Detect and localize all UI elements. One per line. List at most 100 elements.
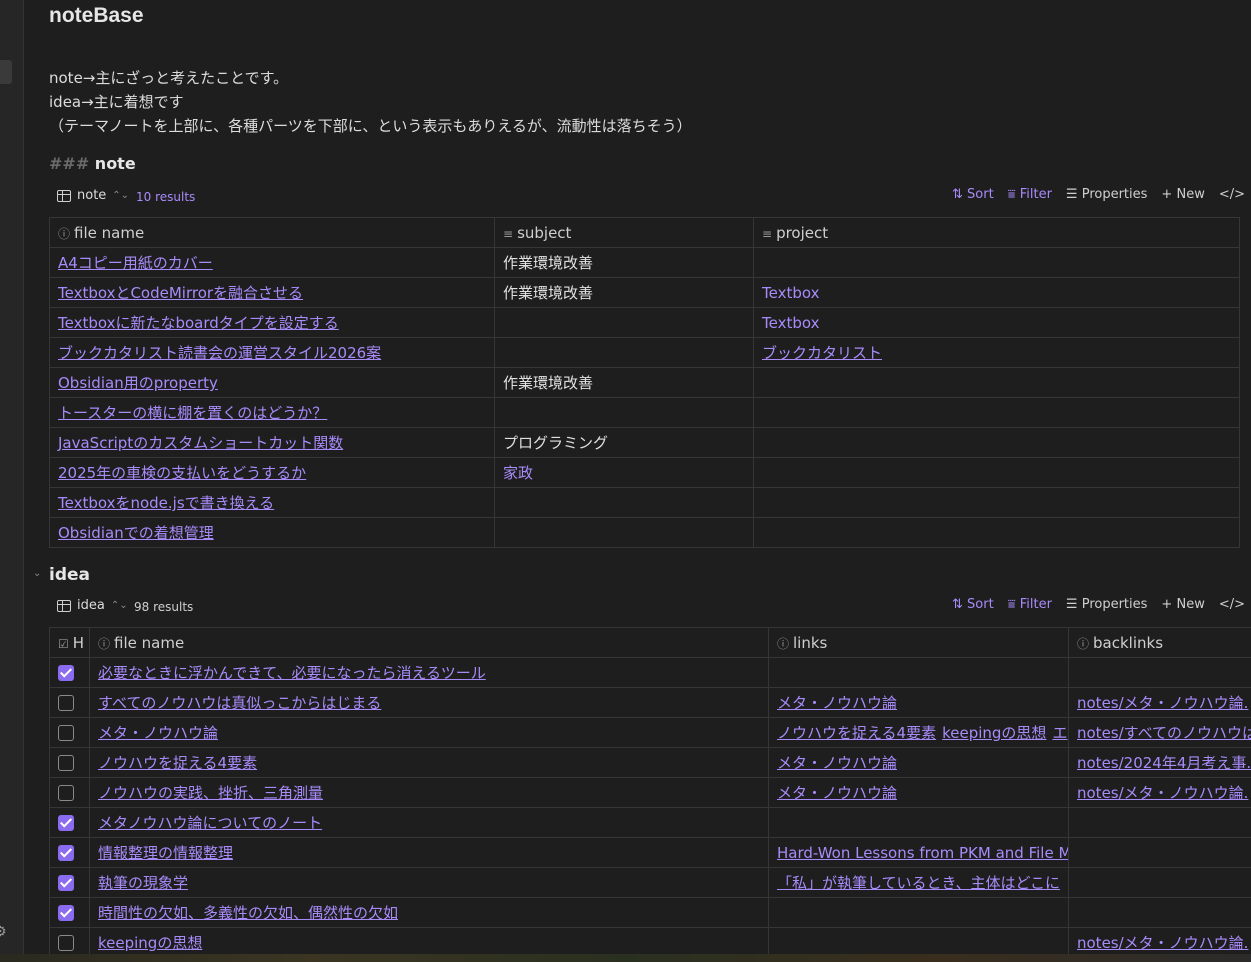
project-cell[interactable] [753, 427, 1240, 458]
file-link[interactable]: Textboxに新たなboardタイプを設定する [58, 314, 339, 332]
settings-gear-icon[interactable]: ⚙ [0, 924, 10, 940]
file-link[interactable]: TextboxとCodeMirrorを融合させる [58, 284, 303, 302]
project-link[interactable]: Textbox [762, 284, 819, 302]
filter-button[interactable]: ⩸ Filter [1008, 187, 1052, 202]
links-cell[interactable] [768, 807, 1069, 838]
subject-cell[interactable] [494, 307, 754, 338]
backlinks-cell[interactable] [1068, 867, 1251, 898]
filter-button[interactable]: ⩸ Filter [1008, 597, 1052, 612]
column-header-project[interactable]: ≡ project [753, 217, 1240, 248]
project-cell[interactable] [753, 367, 1240, 398]
project-cell[interactable] [753, 487, 1240, 518]
links-cell[interactable] [768, 657, 1069, 688]
project-link[interactable]: ブックカタリスト [762, 344, 882, 362]
file-link[interactable]: ノウハウを捉える4要素 [98, 754, 257, 772]
column-header-file-name[interactable]: ⓘ file name [49, 217, 495, 248]
h-checkbox[interactable] [58, 905, 74, 921]
backlink-item[interactable]: notes/すべてのノウハウは [1077, 724, 1251, 742]
subject-cell[interactable] [494, 517, 754, 548]
link-item[interactable]: ノウハウを捉える4要素 [777, 724, 936, 742]
link-item[interactable]: 「私」が執筆しているとき、主体はどこに [777, 874, 1060, 892]
links-cell[interactable] [768, 927, 1069, 954]
links-cell[interactable] [768, 897, 1069, 928]
link-item[interactable]: keepingの思想 [942, 724, 1046, 742]
column-header-h[interactable]: ☑ H [49, 627, 90, 658]
backlink-item[interactable]: notes/メタ・ノウハウ論. [1077, 784, 1248, 802]
idea-result-count[interactable]: 98 results [134, 600, 193, 614]
h-checkbox[interactable] [58, 935, 74, 951]
new-button[interactable]: + New [1161, 187, 1204, 202]
subject-cell[interactable]: 作業環境改善 [494, 247, 754, 278]
h-checkbox[interactable] [58, 785, 74, 801]
subject-cell[interactable]: プログラミング [494, 427, 754, 458]
backlink-item[interactable]: notes/メタ・ノウハウ論. [1077, 934, 1248, 952]
properties-button[interactable]: ☰ Properties [1066, 187, 1148, 202]
code-toggle-button[interactable]: </> [1219, 597, 1245, 612]
link-item[interactable]: エ [1052, 724, 1067, 742]
project-cell[interactable] [753, 247, 1240, 278]
project-link[interactable]: Textbox [762, 314, 819, 332]
file-link[interactable]: A4コピー用紙のカバー [58, 254, 213, 272]
subject-cell[interactable]: 家政 [494, 457, 754, 488]
subject-cell[interactable] [494, 337, 754, 368]
code-toggle-button[interactable]: </> [1219, 187, 1245, 202]
backlink-item[interactable]: notes/メタ・ノウハウ論. [1077, 694, 1248, 712]
note-result-count[interactable]: 10 results [136, 190, 195, 204]
file-link[interactable]: Obsidian用のproperty [58, 374, 218, 392]
file-link[interactable]: JavaScriptのカスタムショートカット関数 [58, 434, 343, 452]
file-link[interactable]: ブックカタリスト読書会の運営スタイル2026案 [58, 344, 381, 362]
subject-cell[interactable] [494, 397, 754, 428]
file-link[interactable]: 情報整理の情報整理 [98, 844, 233, 862]
column-header-subject[interactable]: ≡ subject [494, 217, 754, 248]
link-item[interactable]: メタ・ノウハウ論 [777, 784, 897, 802]
sort-button[interactable]: ⇅ Sort [952, 597, 994, 612]
file-link[interactable]: 必要なときに浮かんできて、必要になったら消えるツール [98, 664, 486, 682]
ribbon-tab-handle[interactable] [0, 60, 12, 84]
file-link[interactable]: 2025年の車検の支払いをどうするか [58, 464, 306, 482]
file-link[interactable]: 執筆の現象学 [98, 874, 188, 892]
link-item[interactable]: Hard-Won Lessons from PKM and File Ma [777, 844, 1068, 862]
h-checkbox[interactable] [58, 755, 74, 771]
project-cell[interactable]: ブックカタリスト [753, 337, 1240, 368]
h-checkbox[interactable] [58, 875, 74, 891]
column-header-links[interactable]: ⓘ links [768, 627, 1069, 658]
h-checkbox[interactable] [58, 725, 74, 741]
file-link[interactable]: トースターの横に棚を置くのはどうか？ [58, 404, 327, 422]
backlinks-cell[interactable] [1068, 837, 1251, 868]
subject-cell[interactable] [494, 487, 754, 518]
subject-cell[interactable]: 作業環境改善 [494, 367, 754, 398]
backlinks-cell[interactable] [1068, 657, 1251, 688]
idea-view-selector[interactable]: idea ⌃⌄ [57, 598, 128, 613]
sort-button[interactable]: ⇅ Sort [952, 187, 994, 202]
column-header-file-name[interactable]: ⓘ file name [89, 627, 769, 658]
project-cell[interactable] [753, 517, 1240, 548]
file-link[interactable]: 時間性の欠如、多義性の欠如、偶然性の欠如 [98, 904, 398, 922]
properties-button[interactable]: ☰ Properties [1066, 597, 1148, 612]
project-cell[interactable] [753, 457, 1240, 488]
project-cell[interactable]: Textbox [753, 307, 1240, 338]
backlinks-cell[interactable] [1068, 807, 1251, 838]
backlink-item[interactable]: notes/2024年4月考え事. [1077, 754, 1251, 772]
h-checkbox[interactable] [58, 815, 74, 831]
h-checkbox[interactable] [58, 845, 74, 861]
file-link[interactable]: メタ・ノウハウ論 [98, 724, 218, 742]
project-cell[interactable]: Textbox [753, 277, 1240, 308]
link-item[interactable]: メタ・ノウハウ論 [777, 694, 897, 712]
subject-link[interactable]: 家政 [503, 464, 533, 482]
file-link[interactable]: ノウハウの実践、挫折、三角測量 [98, 784, 323, 802]
file-link[interactable]: Obsidianでの着想管理 [58, 524, 214, 542]
backlinks-cell[interactable] [1068, 897, 1251, 928]
h-checkbox[interactable] [58, 695, 74, 711]
link-item[interactable]: メタ・ノウハウ論 [777, 754, 897, 772]
file-link[interactable]: Textboxをnode.jsで書き換える [58, 494, 274, 512]
project-cell[interactable] [753, 397, 1240, 428]
file-link[interactable]: keepingの思想 [98, 934, 202, 952]
subject-cell[interactable]: 作業環境改善 [494, 277, 754, 308]
file-link[interactable]: メタノウハウ論についてのノート [98, 814, 322, 832]
fold-chevron-icon[interactable]: ⌄ [33, 568, 41, 579]
note-view-selector[interactable]: note ⌃⌄ [57, 188, 129, 203]
h-checkbox[interactable] [58, 665, 74, 681]
file-link[interactable]: すべてのノウハウは真似っこからはじまる [98, 694, 381, 712]
column-header-backlinks[interactable]: ⓘ backlinks [1068, 627, 1251, 658]
new-button[interactable]: + New [1161, 597, 1204, 612]
